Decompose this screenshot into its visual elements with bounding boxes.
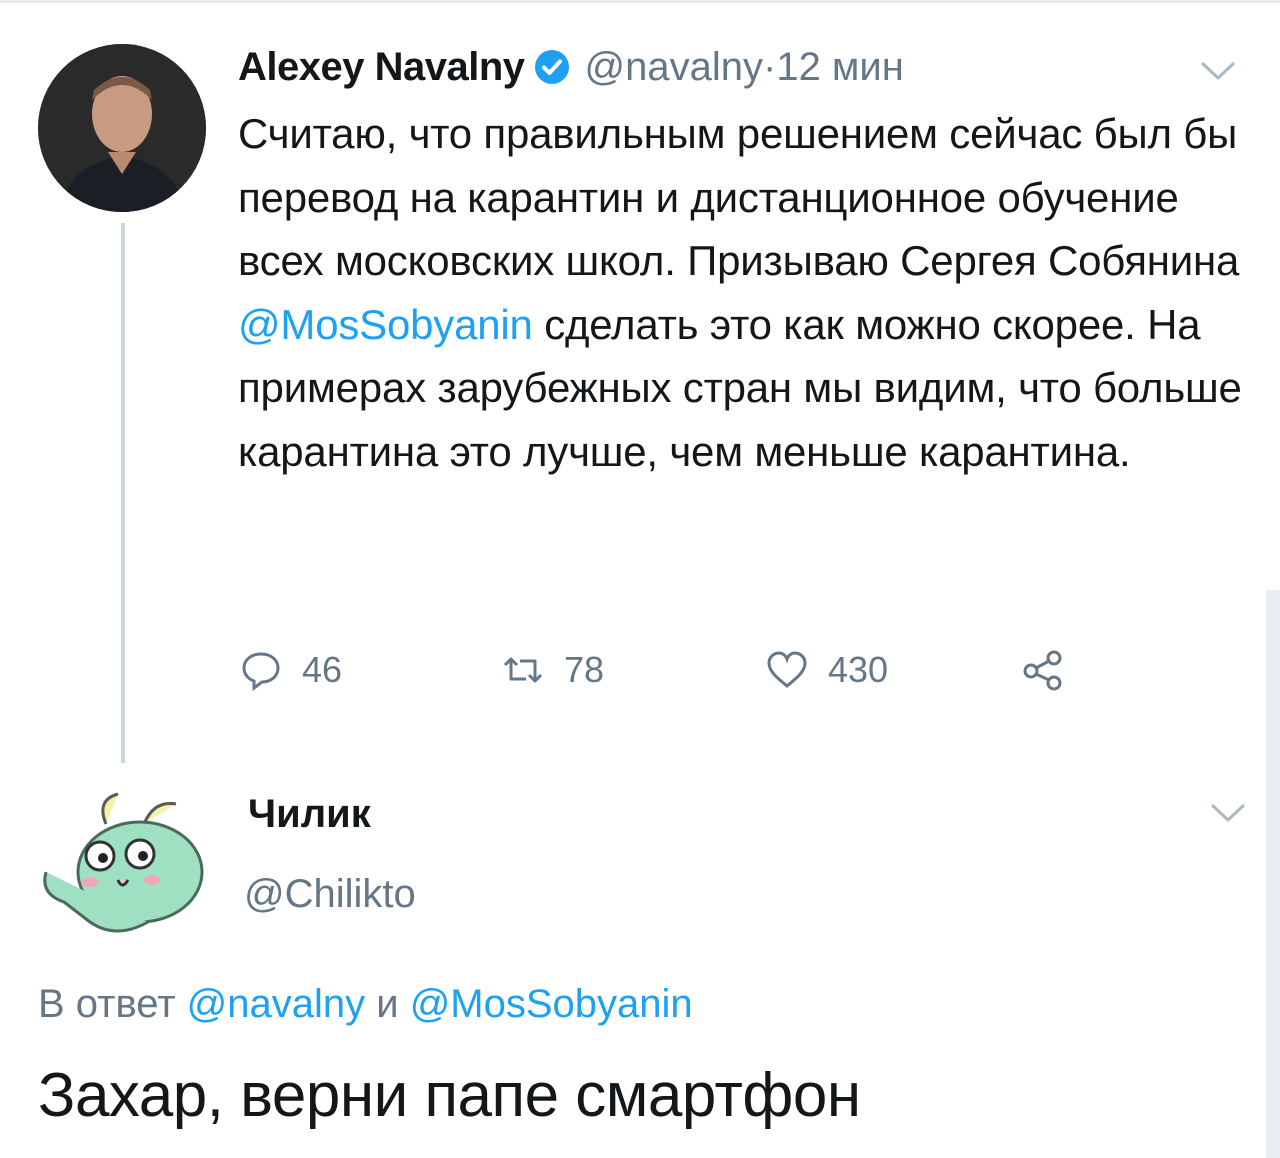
author-name[interactable]: Alexey Navalny — [238, 45, 525, 90]
avatar[interactable] — [36, 790, 208, 940]
reply-to-line: В ответ @navalny и @MosSobyanin — [38, 982, 693, 1027]
like-button[interactable]: 430 — [766, 640, 888, 700]
author-name[interactable]: Чилик — [248, 792, 371, 837]
reply-icon — [242, 652, 280, 691]
scrollbar[interactable] — [1266, 590, 1280, 1158]
reply-text: Захар, верни папе смартфон — [38, 1061, 861, 1130]
tweet-text-part: Считаю, что правильным решением сейчас б… — [238, 110, 1240, 284]
retweet-count: 78 — [564, 649, 605, 690]
mention-link[interactable]: @navalny — [187, 982, 365, 1026]
like-icon — [767, 651, 807, 688]
chevron-down-icon[interactable] — [1198, 58, 1238, 84]
reply-count: 46 — [302, 649, 343, 690]
avatar[interactable] — [38, 44, 206, 212]
verified-badge-icon — [533, 48, 571, 86]
author-handle[interactable]: @Chilikto — [244, 872, 416, 917]
time-separator: · — [763, 44, 777, 89]
share-button[interactable] — [1022, 640, 1064, 700]
tweet-time[interactable]: 12 мин — [776, 45, 904, 90]
reply-button[interactable]: 46 — [240, 640, 342, 700]
retweet-button[interactable]: 78 — [502, 640, 604, 700]
tweet-text: Считаю, что правильным решением сейчас б… — [238, 102, 1248, 483]
retweet-icon — [503, 657, 543, 683]
share-icon — [1023, 650, 1062, 691]
reply-to-prefix: В ответ — [38, 982, 187, 1026]
author-handle[interactable]: @navalny — [585, 45, 763, 90]
top-divider — [0, 0, 1280, 3]
thread-connector-line — [121, 223, 125, 763]
reply-to-joiner: и — [365, 982, 410, 1026]
mention-link[interactable]: @MosSobyanin — [410, 982, 693, 1026]
tweet-header: Alexey Navalny @navalny · 12 мин — [238, 42, 904, 92]
chevron-down-icon[interactable] — [1208, 800, 1248, 826]
mention-link[interactable]: @MosSobyanin — [238, 301, 533, 348]
like-count: 430 — [828, 649, 889, 690]
